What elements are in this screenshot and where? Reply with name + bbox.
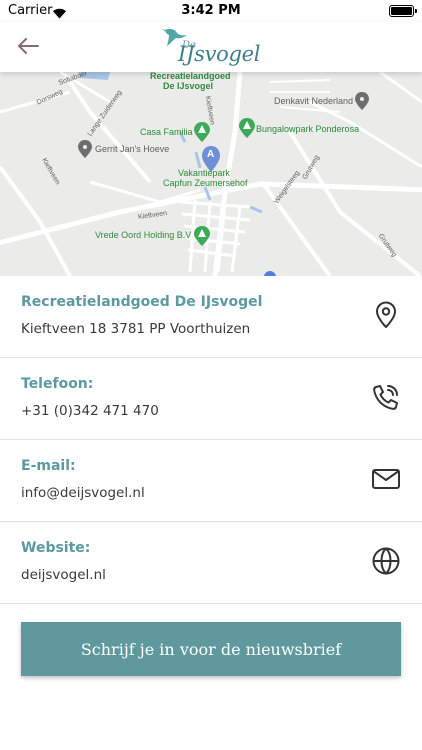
logo-name: IJsvogel bbox=[178, 42, 261, 66]
map-view[interactable]: Recreatielandgoed De IJsvogel Denkavit N… bbox=[0, 72, 422, 276]
phone-row[interactable]: Telefoon: +31 (0)342 471 470 bbox=[0, 358, 422, 440]
map-label: Casa Familia bbox=[140, 127, 193, 137]
email-title: E-mail: bbox=[21, 458, 76, 474]
address-title: Recreatielandgoed De IJsvogel bbox=[21, 294, 263, 310]
map-label: Bungalowpark Ponderosa bbox=[256, 124, 360, 134]
address-value: Kieftveen 18 3781 PP Voorthuizen bbox=[21, 321, 251, 337]
status-bar: Carrier 3:42 PM bbox=[0, 0, 422, 22]
website-value: deijsvogel.nl bbox=[21, 567, 106, 583]
email-value: info@deijsvogel.nl bbox=[21, 485, 145, 501]
logo: De IJsvogel bbox=[162, 26, 262, 68]
website-row[interactable]: Website: deijsvogel.nl bbox=[0, 522, 422, 604]
map-label: Recreatielandgoed bbox=[150, 72, 231, 81]
map-label: Denkavit Nederland bbox=[274, 96, 354, 106]
globe-icon[interactable] bbox=[371, 546, 401, 576]
website-title: Website: bbox=[21, 540, 91, 556]
map-label: Capfun Zeumersehof bbox=[163, 178, 248, 188]
map-label: Vrede Oord Holding B.V bbox=[95, 230, 192, 240]
header-bar: De IJsvogel bbox=[0, 22, 422, 72]
map-label: Vakantiepark bbox=[178, 168, 230, 178]
email-row[interactable]: E-mail: info@deijsvogel.nl bbox=[0, 440, 422, 522]
phone-value: +31 (0)342 471 470 bbox=[21, 403, 159, 419]
map-label: Gerrit Jan's Hoeve bbox=[95, 144, 170, 154]
contact-list: Recreatielandgoed De IJsvogel Kieftveen … bbox=[0, 276, 422, 604]
battery-icon bbox=[389, 5, 417, 17]
phone-title: Telefoon: bbox=[21, 376, 94, 392]
map-marker-letter: A bbox=[207, 149, 215, 160]
newsletter-button[interactable]: Schrijf je in voor de nieuwsbrief bbox=[21, 622, 401, 676]
arrow-left-icon bbox=[18, 38, 39, 54]
status-time: 3:42 PM bbox=[181, 3, 241, 18]
address-row[interactable]: Recreatielandgoed De IJsvogel Kieftveen … bbox=[0, 276, 422, 358]
mail-icon[interactable] bbox=[371, 464, 401, 494]
back-button[interactable] bbox=[14, 32, 42, 60]
map-label: De IJsvogel bbox=[163, 81, 214, 91]
phone-call-icon[interactable] bbox=[371, 382, 401, 412]
location-pin-icon[interactable] bbox=[371, 300, 401, 330]
